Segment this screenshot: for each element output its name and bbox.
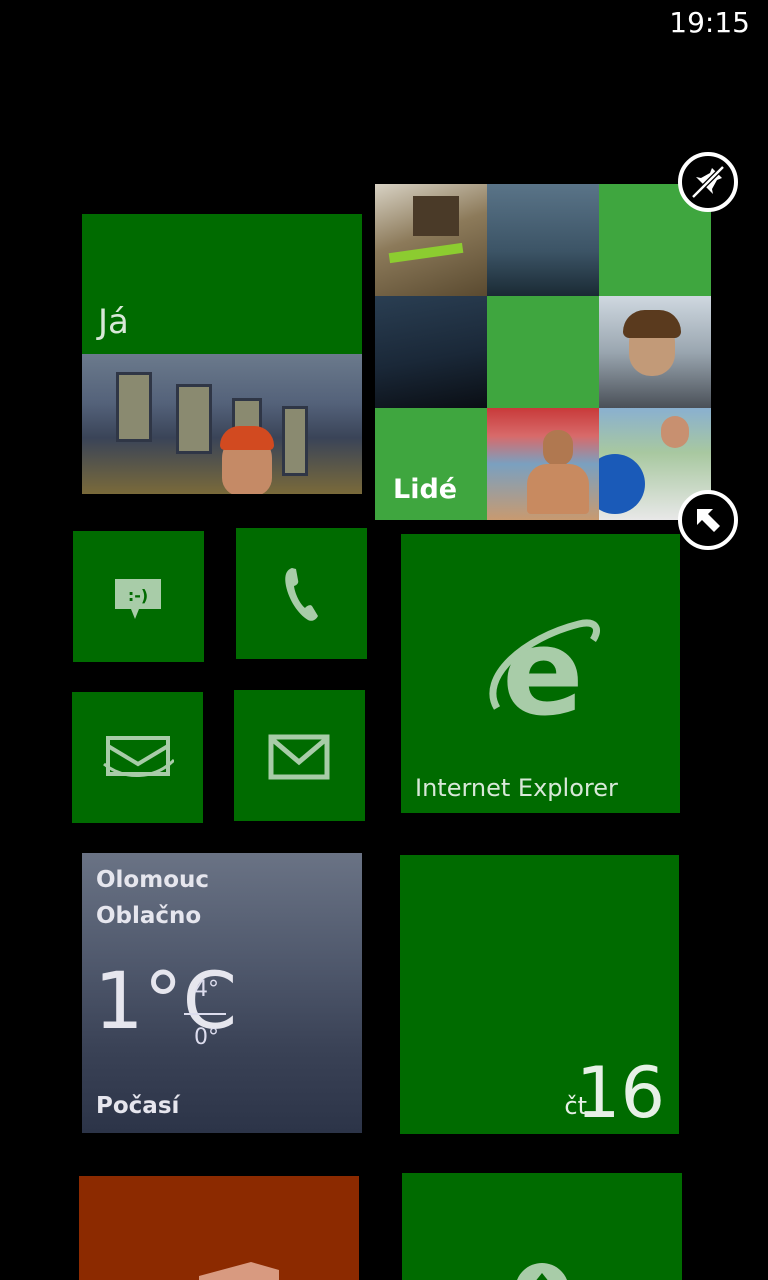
mail-tile[interactable] bbox=[234, 690, 365, 821]
svg-text::-): :-) bbox=[128, 586, 148, 605]
outlook-tile[interactable] bbox=[72, 692, 203, 823]
me-tile-label: Já bbox=[98, 302, 129, 342]
people-photo bbox=[375, 184, 487, 296]
people-photo bbox=[599, 296, 711, 408]
unpin-icon bbox=[691, 165, 725, 199]
weather-condition: Oblačno bbox=[96, 903, 202, 929]
people-label-cell: Lidé bbox=[375, 408, 487, 520]
me-tile[interactable]: Já bbox=[82, 214, 362, 494]
people-photo bbox=[487, 408, 599, 520]
people-tile[interactable]: Lidé bbox=[375, 184, 711, 520]
phone-tile[interactable] bbox=[236, 528, 367, 659]
weather-tile[interactable]: Olomouc Oblačno 1°C 4° 0° Počasí bbox=[82, 853, 362, 1133]
unpin-button[interactable] bbox=[678, 152, 738, 212]
people-photo bbox=[375, 296, 487, 408]
resize-button[interactable] bbox=[678, 490, 738, 550]
people-empty-cell bbox=[487, 296, 599, 408]
mail-envelope-icon bbox=[268, 734, 330, 780]
people-photo bbox=[487, 184, 599, 296]
me-photo bbox=[82, 354, 362, 494]
xbox-icon bbox=[517, 1263, 567, 1280]
weather-tile-label: Počasí bbox=[96, 1093, 180, 1119]
internet-explorer-tile[interactable]: e Internet Explorer bbox=[401, 534, 680, 813]
office-icon bbox=[199, 1262, 279, 1280]
messaging-tile[interactable]: :-) bbox=[73, 531, 204, 662]
internet-explorer-label: Internet Explorer bbox=[415, 774, 618, 802]
office-tile[interactable] bbox=[79, 1176, 359, 1280]
internet-explorer-icon: e bbox=[489, 618, 600, 728]
people-tile-label: Lidé bbox=[393, 474, 458, 505]
weather-divider bbox=[184, 1013, 226, 1015]
status-time: 19:15 bbox=[669, 6, 750, 39]
calendar-tile[interactable]: čt 16 bbox=[400, 855, 679, 1134]
weather-high: 4° bbox=[194, 977, 219, 1002]
resize-arrow-icon bbox=[697, 509, 720, 532]
message-smiley-icon: :-) bbox=[115, 579, 161, 619]
calendar-date: 16 bbox=[575, 1052, 665, 1134]
xbox-tile[interactable] bbox=[402, 1173, 682, 1280]
phone-icon bbox=[285, 568, 318, 621]
outlook-mail-icon bbox=[103, 736, 174, 777]
weather-city: Olomouc bbox=[96, 867, 210, 893]
weather-low: 0° bbox=[194, 1025, 219, 1050]
